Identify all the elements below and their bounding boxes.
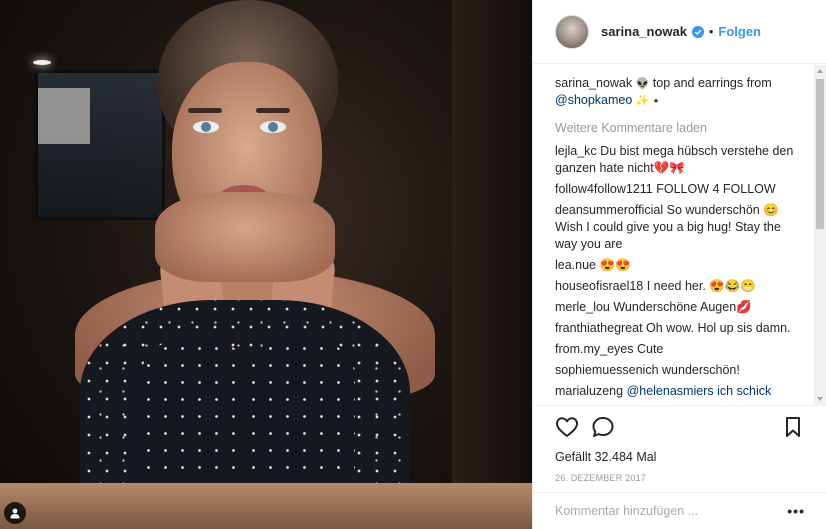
- list-item: marialuzeng @helenasmiers ich schick: [555, 383, 795, 400]
- comment-text: FOLLOW 4 FOLLOW: [652, 182, 776, 196]
- comment-username[interactable]: lejla_kc: [555, 144, 597, 158]
- comment-username[interactable]: from.my_eyes: [555, 342, 634, 356]
- post-photo[interactable]: [0, 0, 532, 529]
- list-item: from.my_eyes Cute: [555, 341, 795, 358]
- avatar[interactable]: [555, 14, 589, 49]
- list-item: follow4follow1211 FOLLOW 4 FOLLOW: [555, 181, 795, 198]
- likes-number: 32.484: [594, 450, 633, 464]
- photo-window-light: [38, 88, 90, 144]
- photo-door: [452, 0, 532, 529]
- photo-eye-left: [193, 121, 219, 133]
- photo-brow-right: [256, 108, 290, 113]
- scroll-down-arrow[interactable]: [817, 397, 823, 401]
- scroll-up-arrow[interactable]: [817, 69, 823, 73]
- list-item: lejla_kc Du bist mega hübsch verstehe de…: [555, 143, 795, 177]
- photo-lamp: [33, 60, 51, 65]
- comment-username[interactable]: follow4follow1211: [555, 182, 653, 196]
- comment-username[interactable]: lea.nue: [555, 258, 596, 272]
- comment-text: wunderschön!: [658, 363, 740, 377]
- bookmark-icon[interactable]: [781, 416, 805, 438]
- likes-prefix: Gefällt: [555, 450, 595, 464]
- likes-suffix: Mal: [632, 450, 657, 464]
- caption-text: top and earrings from: [649, 76, 772, 90]
- comment-username[interactable]: marialuzeng: [555, 384, 623, 398]
- list-item: houseofisrael18 I need her. 😍😂😁: [555, 278, 795, 295]
- comment-username[interactable]: houseofisrael18: [555, 279, 643, 293]
- comment-text: 😍😍: [596, 258, 631, 272]
- heart-icon[interactable]: [555, 416, 579, 438]
- photo-eye-right: [260, 121, 286, 133]
- comment-icon[interactable]: [591, 416, 615, 438]
- more-options-button[interactable]: •••: [787, 503, 805, 519]
- list-item: deansummerofficial So wunderschön 😊 Wish…: [555, 202, 795, 253]
- comment-text: Cute: [633, 342, 664, 356]
- caption-trailing-emoji: ✨ ⭑: [632, 94, 659, 107]
- verified-badge-icon: [692, 25, 704, 38]
- comment-username[interactable]: franthiathegreat: [555, 321, 643, 335]
- photo-hands: [155, 192, 335, 282]
- comment-text: Wunderschöne Augen💋: [609, 300, 752, 314]
- photo-table: [0, 483, 532, 529]
- list-item: merle_lou Wunderschöne Augen💋: [555, 299, 795, 316]
- comment-input[interactable]: [555, 504, 788, 518]
- comment-text: Oh wow. Hol up sis damn.: [642, 321, 791, 335]
- post-header: sarina_nowak • Folgen: [533, 0, 826, 64]
- action-icons-row: [555, 416, 805, 438]
- user-tag-icon: [10, 508, 20, 519]
- post-sidebar: sarina_nowak • Folgen sarina_nowak 👽 top…: [532, 0, 826, 529]
- header-separator: •: [709, 24, 714, 39]
- post-caption: sarina_nowak 👽 top and earrings from @sh…: [555, 75, 795, 109]
- likes-count[interactable]: Gefällt 32.484 Mal: [555, 450, 805, 464]
- load-more-comments-button[interactable]: Weitere Kommentare laden: [555, 121, 816, 135]
- comments-list[interactable]: sarina_nowak 👽 top and earrings from @sh…: [533, 65, 816, 405]
- author-username[interactable]: sarina_nowak: [601, 24, 687, 39]
- post-actions: Gefällt 32.484 Mal 26. DEZEMBER 2017: [533, 405, 826, 490]
- add-comment-bar: •••: [533, 492, 826, 529]
- follow-button[interactable]: Folgen: [718, 24, 761, 39]
- comment-username[interactable]: sophiemuessenich: [555, 363, 659, 377]
- comment-text: I need her. 😍😂😁: [643, 279, 756, 293]
- user-tag-button[interactable]: [4, 502, 26, 524]
- list-item: franthiathegreat Oh wow. Hol up sis damn…: [555, 320, 795, 337]
- comment-username[interactable]: deansummerofficial: [555, 203, 663, 217]
- caption-username[interactable]: sarina_nowak: [555, 76, 632, 90]
- caption-mention[interactable]: @shopkameo: [555, 93, 632, 107]
- scrollbar-thumb[interactable]: [816, 79, 824, 229]
- alien-emoji: 👽: [635, 77, 650, 90]
- comments-scrollbar[interactable]: [814, 65, 826, 405]
- comment-text: @helenasmiers ich schick: [623, 384, 772, 398]
- list-item: lea.nue 😍😍: [555, 257, 795, 274]
- post-date[interactable]: 26. DEZEMBER 2017: [555, 473, 805, 483]
- list-item: sophiemuessenich wunderschön!: [555, 362, 795, 379]
- photo-brow-left: [188, 108, 222, 113]
- comment-username[interactable]: merle_lou: [555, 300, 610, 314]
